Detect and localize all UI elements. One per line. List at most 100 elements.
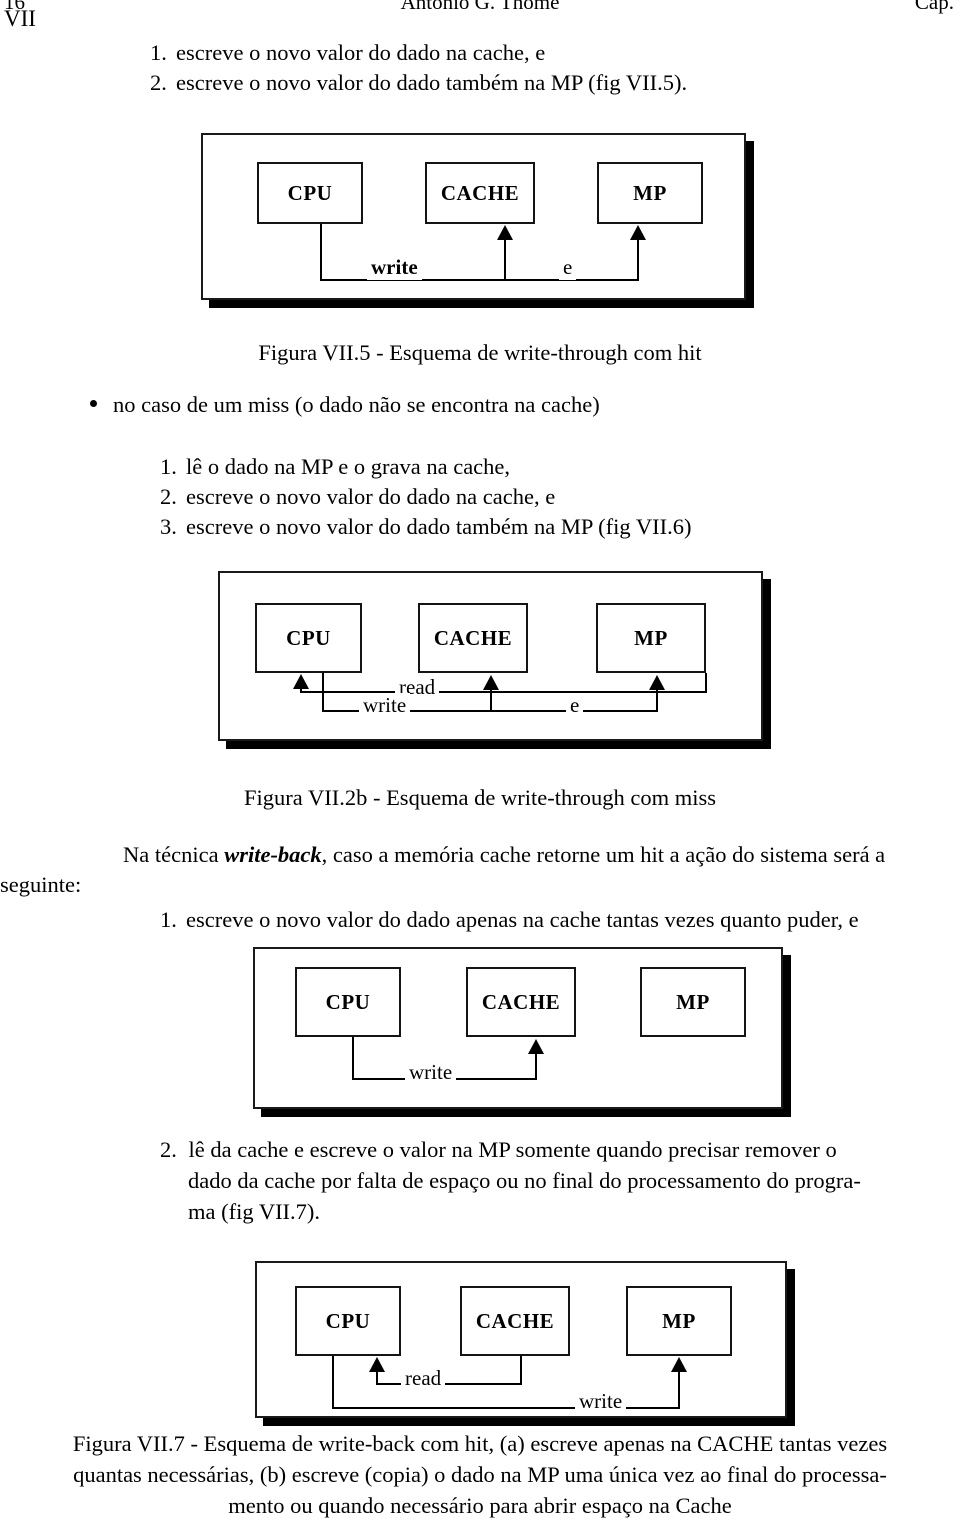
figure-vii-7-caption-line3: mento ou quando necessário para abrir es… xyxy=(228,1493,732,1518)
wire-label-e: e xyxy=(559,255,577,280)
list-item: 1. escreve o novo valor do dado na cache… xyxy=(150,38,687,68)
figure-vii-2b-diagram: CPU CACHE MP read write e xyxy=(218,571,771,749)
unit-label-mp: MP xyxy=(634,625,668,650)
unit-label-mp: MP xyxy=(662,1308,696,1333)
unit-box-cpu: CPU xyxy=(295,967,401,1037)
list-item-number: 1. xyxy=(160,454,177,479)
wire-up-to-mp xyxy=(656,689,658,712)
figure-vii-7-caption-line1: Figura VII.7 - Esquema de write-back com… xyxy=(72,1431,888,1456)
writeback-para-line2: seguinte: xyxy=(0,872,82,897)
arrowhead-into-cache-icon xyxy=(528,1039,544,1054)
writeback-para-part3: , caso a memória cache retorne um hit a … xyxy=(321,842,886,867)
list-item-number: 1. xyxy=(150,40,167,65)
list-item-number: 3. xyxy=(160,514,177,539)
wire-label-write: write xyxy=(367,255,422,280)
unit-box-cache: CACHE xyxy=(418,603,528,673)
figure-vii-7-caption-line2: quantas necessárias, (b) escreve (copia)… xyxy=(73,1462,887,1487)
unit-label-cpu: CPU xyxy=(325,989,371,1014)
figure-vii-5-diagram: CPU CACHE MP write e xyxy=(201,133,754,308)
list-item-text: escreve o novo valor do dado também na M… xyxy=(176,70,688,95)
wire-up-to-cache xyxy=(490,689,492,712)
arrowhead-into-mp-icon xyxy=(630,225,646,240)
miss-numbered-list: 1. lê o dado na MP e o grava na cache, 2… xyxy=(160,452,692,542)
bullet-dot-icon xyxy=(90,400,97,408)
wire-read-up-to-cpu xyxy=(376,1371,378,1385)
unit-label-cache: CACHE xyxy=(481,989,561,1014)
arrowhead-into-cpu-icon xyxy=(293,674,309,689)
unit-label-cache: CACHE xyxy=(440,180,520,205)
wire-cpu-down-write xyxy=(322,673,324,712)
unit-box-cpu: CPU xyxy=(295,1286,401,1356)
wire-cpu-down xyxy=(320,224,322,281)
writeback-para-term: write-back xyxy=(224,842,322,867)
unit-box-mp: MP xyxy=(640,967,746,1037)
unit-label-mp: MP xyxy=(633,180,667,205)
wire-cache-down-read xyxy=(520,1356,522,1385)
unit-label-cpu: CPU xyxy=(325,1308,371,1333)
unit-box-cache: CACHE xyxy=(425,162,535,224)
wire-up-to-cache xyxy=(504,239,506,281)
arrowhead-into-mp-icon xyxy=(649,675,665,690)
figure-vii-5-caption: Figura VII.5 - Esquema de write-through … xyxy=(258,340,702,365)
unit-label-cache: CACHE xyxy=(475,1308,555,1333)
arrowhead-into-cache-icon xyxy=(483,675,499,690)
writeback-paragraph: Na técnica write-back, caso a memória ca… xyxy=(0,840,960,900)
list-item-line: 2. lê da cache e escreve o valor na MP s… xyxy=(160,1134,960,1165)
list-item: 2. escreve o novo valor do dado também n… xyxy=(150,68,687,98)
writeback-list-item-2: 2. lê da cache e escreve o valor na MP s… xyxy=(160,1134,960,1227)
figure-vii-7a-diagram: CPU CACHE MP write xyxy=(253,947,791,1117)
wire-cpu-down xyxy=(352,1037,354,1080)
list-item-text-line2: dado da cache por falta de espaço ou no … xyxy=(188,1168,861,1193)
wire-up-to-mp xyxy=(637,239,639,281)
list-item-text-line1: lê da cache e escreve o valor na MP some… xyxy=(188,1137,837,1162)
unit-label-cache: CACHE xyxy=(433,625,513,650)
unit-box-mp: MP xyxy=(597,162,703,224)
wire-label-write: write xyxy=(359,693,411,718)
list-item-text: escreve o novo valor do dado também na M… xyxy=(186,514,692,539)
unit-box-cache: CACHE xyxy=(466,967,576,1037)
header-chapter-number: VII xyxy=(4,6,36,31)
writeback-list-item-1: 1. escreve o novo valor do dado apenas n… xyxy=(160,905,859,935)
bullet-miss-text: no caso de um miss (o dado não se encont… xyxy=(113,392,600,417)
list-item-number: 1. xyxy=(160,907,177,932)
unit-box-mp: MP xyxy=(626,1286,732,1356)
unit-label-cpu: CPU xyxy=(286,625,331,650)
header-author: Antônio G. Thomé xyxy=(400,0,560,14)
list-item: 3. escreve o novo valor do dado também n… xyxy=(160,512,692,542)
arrowhead-into-cpu-icon xyxy=(369,1357,385,1372)
list-item-text: escreve o novo valor do dado na cache, e xyxy=(176,40,546,65)
list-item-number: 2. xyxy=(150,70,167,95)
wire-label-e: e xyxy=(566,693,584,718)
top-numbered-list: 1. escreve o novo valor do dado na cache… xyxy=(150,38,687,98)
list-item-text: escreve o novo valor do dado apenas na c… xyxy=(186,907,859,932)
writeback-para-part1: Na técnica xyxy=(123,842,225,867)
figure-vii-7b-diagram: CPU CACHE MP read write xyxy=(255,1261,795,1426)
wire-label-read: read xyxy=(401,1366,446,1391)
list-item-number: 2. xyxy=(160,1137,177,1162)
header-chapter-prefix: Cap. xyxy=(914,0,954,14)
bullet-miss-row: no caso de um miss (o dado não se encont… xyxy=(90,390,600,420)
wire-up-to-cache xyxy=(535,1053,537,1080)
figure-vii-2b-caption: Figura VII.2b - Esquema de write-through… xyxy=(244,785,716,810)
list-item: 2. escreve o novo valor do dado na cache… xyxy=(160,482,692,512)
list-item-text: escreve o novo valor do dado na cache, e xyxy=(186,484,556,509)
unit-label-mp: MP xyxy=(676,989,710,1014)
list-item-number: 2. xyxy=(160,484,177,509)
wire-label-write: write xyxy=(405,1060,457,1085)
unit-label-cpu: CPU xyxy=(287,180,333,205)
list-item: 1. lê o dado na MP e o grava na cache, xyxy=(160,452,692,482)
arrowhead-into-mp-icon xyxy=(671,1357,687,1372)
wire-write-horizontal xyxy=(332,1407,680,1409)
wire-label-write: write xyxy=(575,1389,627,1414)
list-item-text-line3: ma (fig VII.7). xyxy=(188,1199,321,1224)
wire-cpu-down-write xyxy=(332,1356,334,1409)
unit-box-cpu: CPU xyxy=(257,162,363,224)
page-running-header: 16 Antônio G. Thomé Cap. xyxy=(0,0,960,20)
wire-up-to-mp xyxy=(678,1371,680,1409)
unit-box-cpu: CPU xyxy=(255,603,362,673)
arrowhead-into-cache-icon xyxy=(497,225,513,240)
wire-mp-down-read xyxy=(705,673,707,693)
figure-vii-7-caption: Figura VII.7 - Esquema de write-back com… xyxy=(0,1428,960,1521)
list-item-text: lê o dado na MP e o grava na cache, xyxy=(186,454,511,479)
wire-read-horizontal xyxy=(376,1383,522,1385)
